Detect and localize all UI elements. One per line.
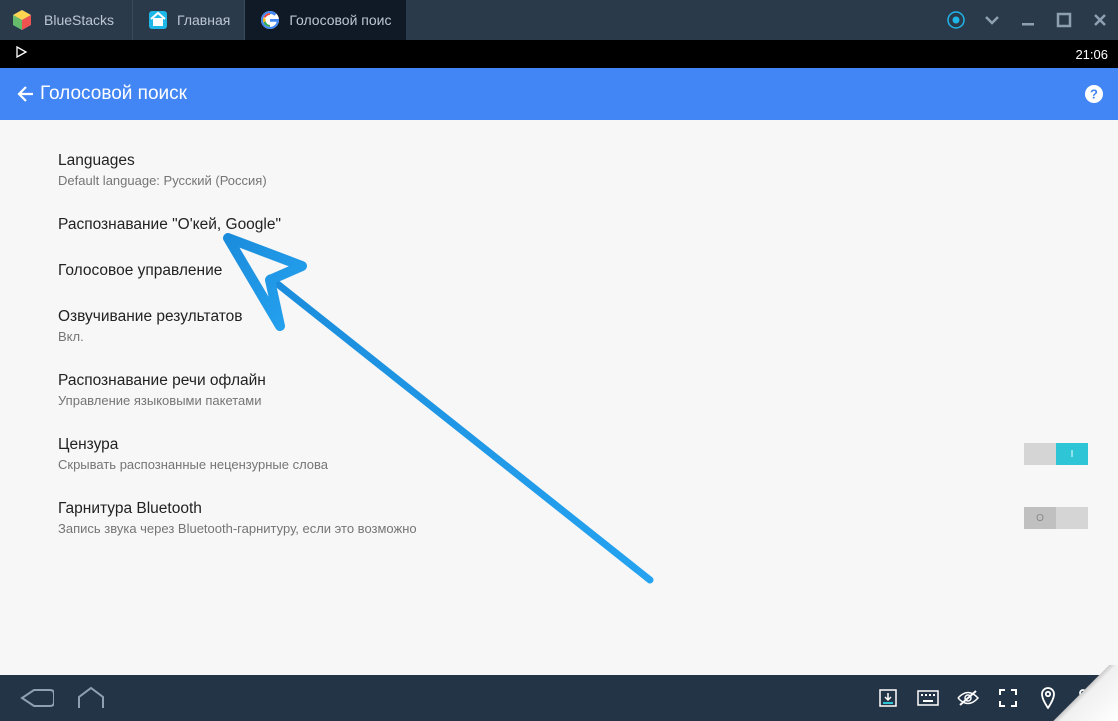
setting-title: Гарнитура Bluetooth: [58, 500, 1024, 518]
bottombar: [0, 675, 1118, 721]
setting-sub: Default language: Русский (Россия): [58, 173, 1090, 188]
tab-home-label: Главная: [177, 12, 230, 28]
setting-sub: Вкл.: [58, 329, 1090, 344]
home-tab-icon: [147, 9, 169, 31]
setting-title: Распознавание "О'кей, Google": [58, 216, 1090, 234]
google-icon: [259, 9, 281, 31]
setting-speech-output[interactable]: Озвучивание результатов Вкл.: [58, 294, 1090, 358]
scissors-icon[interactable]: [1068, 675, 1108, 721]
toggle-handle: O: [1024, 507, 1056, 529]
tab-voice-label: Голосовой поис: [289, 12, 391, 28]
back-arrow-icon[interactable]: [10, 83, 38, 105]
app-header: Голосовой поиск ?: [0, 68, 1118, 120]
setting-voice-control[interactable]: Голосовое управление: [58, 248, 1090, 294]
setting-sub: Скрывать распознанные нецензурные слова: [58, 457, 1024, 472]
setting-title: Озвучивание результатов: [58, 308, 1090, 326]
censorship-toggle[interactable]: I: [1024, 443, 1088, 465]
minimize-button[interactable]: [1010, 0, 1046, 40]
dropdown-icon[interactable]: [974, 0, 1010, 40]
location-icon[interactable]: [1028, 675, 1068, 721]
account-indicator-icon[interactable]: [938, 0, 974, 40]
fullscreen-icon[interactable]: [988, 675, 1028, 721]
tab-home[interactable]: Главная: [132, 0, 244, 40]
settings-list: Languages Default language: Русский (Рос…: [0, 120, 1118, 675]
bluetooth-toggle[interactable]: O: [1024, 507, 1088, 529]
setting-title: Цензура: [58, 436, 1024, 454]
setting-bluetooth-headset[interactable]: Гарнитура Bluetooth Запись звука через B…: [58, 486, 1090, 550]
toggle-handle: I: [1056, 443, 1088, 465]
android-statusbar: 21:06: [0, 40, 1118, 68]
statusbar-time: 21:06: [1075, 47, 1108, 62]
nav-home-button[interactable]: [64, 675, 118, 721]
setting-censorship[interactable]: Цензура Скрывать распознанные нецензурны…: [58, 422, 1090, 486]
page-title: Голосовой поиск: [40, 83, 187, 105]
setting-sub: Запись звука через Bluetooth-гарнитуру, …: [58, 521, 1024, 536]
visibility-off-icon[interactable]: [948, 675, 988, 721]
bluestacks-logo-icon: [8, 6, 36, 34]
tab-voice-search[interactable]: Голосовой поис: [244, 0, 405, 40]
help-icon[interactable]: ?: [1080, 83, 1108, 105]
close-button[interactable]: [1082, 0, 1118, 40]
nav-back-button[interactable]: [10, 675, 64, 721]
svg-text:?: ?: [1090, 87, 1098, 102]
install-apk-icon[interactable]: [868, 675, 908, 721]
setting-title: Languages: [58, 152, 1090, 170]
setting-title: Распознавание речи офлайн: [58, 372, 1090, 390]
keyboard-icon[interactable]: [908, 675, 948, 721]
titlebar: BlueStacks Главная Голосовой поис: [0, 0, 1118, 40]
setting-languages[interactable]: Languages Default language: Русский (Рос…: [58, 138, 1090, 202]
setting-sub: Управление языковыми пакетами: [58, 393, 1090, 408]
setting-title: Голосовое управление: [58, 262, 1090, 280]
maximize-button[interactable]: [1046, 0, 1082, 40]
setting-offline-speech[interactable]: Распознавание речи офлайн Управление язы…: [58, 358, 1090, 422]
app-name: BlueStacks: [44, 12, 114, 28]
setting-ok-google[interactable]: Распознавание "О'кей, Google": [58, 202, 1090, 248]
play-icon: [14, 45, 32, 64]
